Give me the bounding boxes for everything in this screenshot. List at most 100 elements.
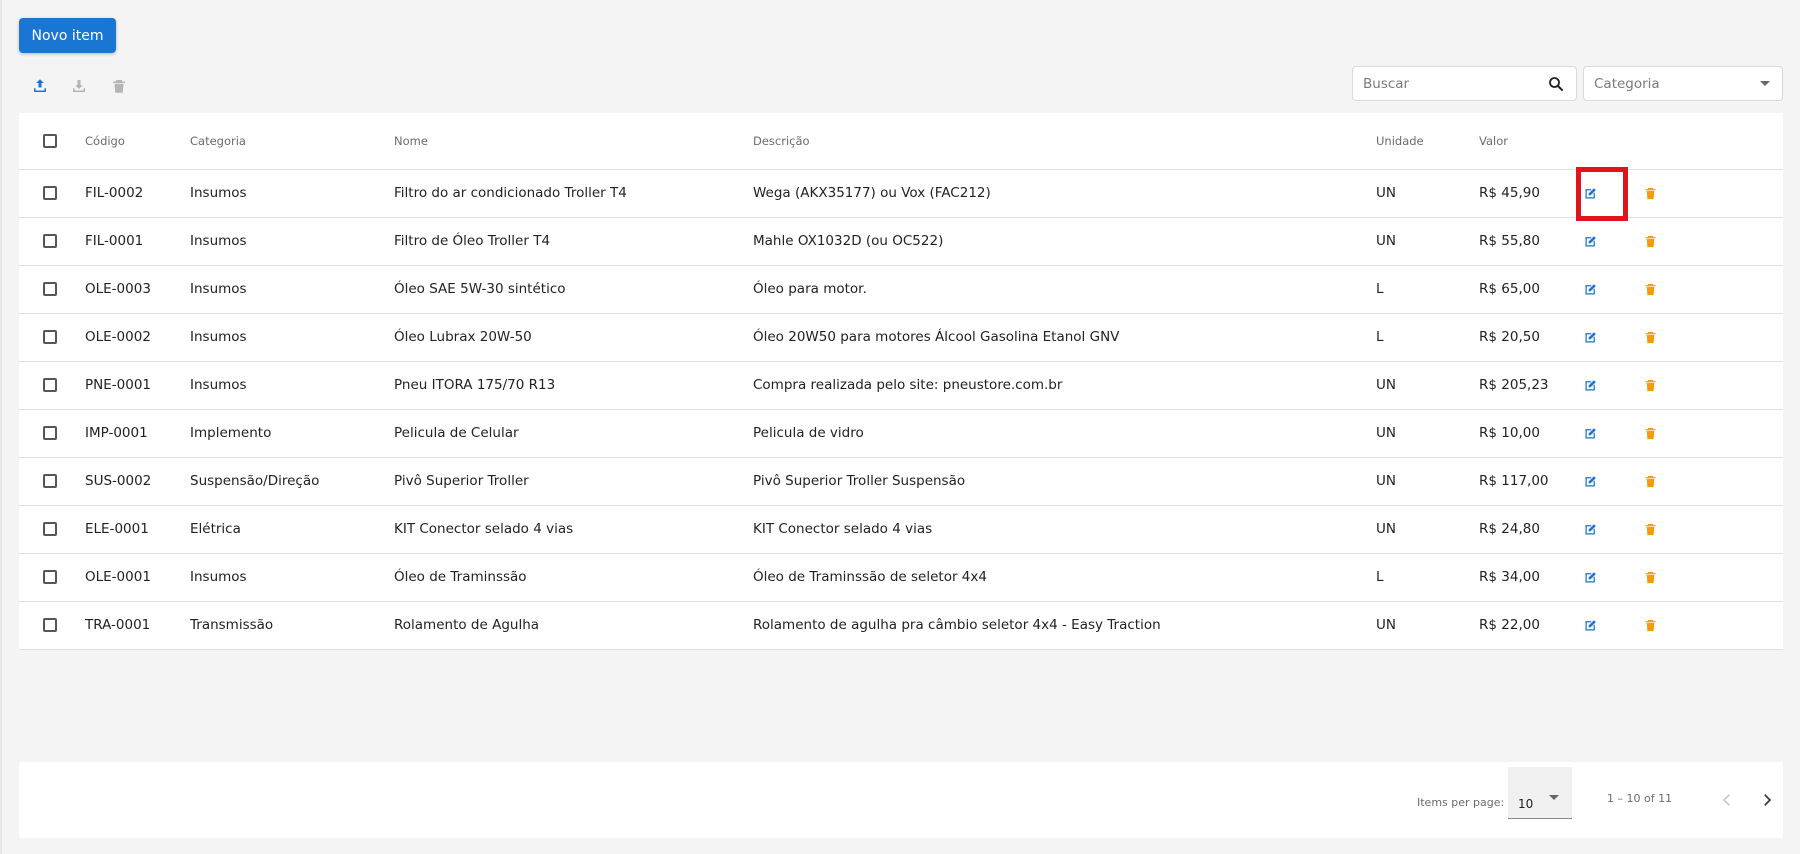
cell-name: Filtro do ar condicionado Troller T4: [394, 185, 627, 201]
cell-unit: L: [1376, 569, 1384, 585]
edit-icon[interactable]: [1578, 325, 1602, 349]
header-category[interactable]: Categoria: [190, 113, 394, 169]
cell-code: OLE-0002: [85, 329, 151, 345]
delete-icon[interactable]: [1638, 613, 1662, 637]
delete-icon[interactable]: [1638, 565, 1662, 589]
edit-icon[interactable]: [1578, 421, 1602, 445]
edit-icon[interactable]: [1578, 565, 1602, 589]
cell-value: R$ 10,00: [1479, 425, 1540, 441]
delete-icon[interactable]: [1638, 421, 1662, 445]
page: Novo item Categoria Código Categoria Nom…: [0, 0, 1800, 854]
delete-icon[interactable]: [1638, 229, 1662, 253]
edit-icon[interactable]: [1578, 181, 1602, 205]
cell-code: IMP-0001: [85, 425, 148, 441]
page-edge: [0, 0, 2, 854]
chevron-down-icon: [1549, 795, 1559, 800]
cell-description: Rolamento de agulha pra câmbio seletor 4…: [753, 617, 1161, 633]
cell-value: R$ 22,00: [1479, 617, 1540, 633]
delete-icon[interactable]: [1638, 181, 1662, 205]
cell-code: OLE-0001: [85, 569, 151, 585]
search-field[interactable]: [1352, 66, 1577, 101]
cell-value: R$ 45,90: [1479, 185, 1540, 201]
page-size-select[interactable]: 10: [1508, 767, 1572, 819]
cell-category: Insumos: [190, 569, 247, 585]
previous-page-button[interactable]: [1713, 786, 1741, 814]
cell-category: Transmissão: [190, 617, 274, 633]
category-select[interactable]: Categoria: [1583, 66, 1783, 101]
cell-code: FIL-0001: [85, 233, 144, 249]
category-placeholder: Categoria: [1594, 75, 1660, 92]
row-checkbox[interactable]: [43, 330, 57, 344]
row-checkbox[interactable]: [43, 474, 57, 488]
header-code[interactable]: Código: [85, 113, 190, 169]
row-checkbox[interactable]: [43, 618, 57, 632]
table-row[interactable]: ELE-0001 Elétrica KIT Conector selado 4 vi…: [19, 505, 1783, 553]
delete-icon[interactable]: [1638, 325, 1662, 349]
cell-value: R$ 117,00: [1479, 473, 1549, 489]
cell-code: SUS-0002: [85, 473, 152, 489]
table-row[interactable]: TRA-0001 Transmissão Rolamento de Agulha Ro…: [19, 601, 1783, 649]
cell-name: Óleo de Traminssão: [394, 569, 527, 585]
table-row[interactable]: OLE-0002 Insumos Óleo Lubrax 20W-50 Óleo 20…: [19, 313, 1783, 361]
new-item-button[interactable]: Novo item: [19, 18, 116, 53]
cell-category: Insumos: [190, 185, 247, 201]
cell-description: KIT Conector selado 4 vias: [753, 521, 933, 537]
row-checkbox[interactable]: [43, 378, 57, 392]
cell-description: Óleo 20W50 para motores Álcool Gasolina …: [753, 329, 1120, 345]
header-unit[interactable]: Unidade: [1376, 113, 1479, 169]
edit-icon[interactable]: [1578, 277, 1602, 301]
row-checkbox[interactable]: [43, 234, 57, 248]
cell-code: ELE-0001: [85, 521, 149, 537]
row-checkbox[interactable]: [43, 522, 57, 536]
row-checkbox[interactable]: [43, 186, 57, 200]
edit-icon[interactable]: [1578, 469, 1602, 493]
search-input[interactable]: [1363, 75, 1546, 92]
next-page-button[interactable]: [1753, 786, 1781, 814]
trash-icon[interactable]: [108, 75, 130, 97]
header-description[interactable]: Descrição: [753, 113, 1376, 169]
delete-icon[interactable]: [1638, 517, 1662, 541]
edit-icon[interactable]: [1578, 517, 1602, 541]
page-size-value: 10: [1518, 797, 1534, 811]
table-row[interactable]: IMP-0001 Implemento Pelicula de Celular Pel…: [19, 409, 1783, 457]
table-row[interactable]: PNE-0001 Insumos Pneu ITORA 175/70 R13 Comp…: [19, 361, 1783, 409]
cell-category: Insumos: [190, 329, 247, 345]
cell-category: Elétrica: [190, 521, 241, 537]
delete-icon[interactable]: [1638, 277, 1662, 301]
table-row[interactable]: OLE-0003 Insumos Óleo SAE 5W-30 sintético Ó…: [19, 265, 1783, 313]
select-all-checkbox[interactable]: [43, 134, 57, 148]
edit-icon[interactable]: [1578, 373, 1602, 397]
cell-value: R$ 24,80: [1479, 521, 1540, 537]
header-value[interactable]: Valor: [1479, 113, 1578, 169]
table-row[interactable]: OLE-0001 Insumos Óleo de Traminssão Óleo de…: [19, 553, 1783, 601]
header-name[interactable]: Nome: [394, 113, 753, 169]
upload-icon[interactable]: [29, 75, 51, 97]
cell-name: Óleo Lubrax 20W-50: [394, 329, 532, 345]
table-row[interactable]: SUS-0002 Suspensão/Direção Pivô Superior T…: [19, 457, 1783, 505]
cell-unit: UN: [1376, 617, 1396, 633]
row-checkbox[interactable]: [43, 570, 57, 584]
cell-description: Compra realizada pelo site: pneustore.co…: [753, 377, 1063, 393]
paginator: Items per page: 10 1 – 10 of 11: [19, 762, 1783, 838]
delete-icon[interactable]: [1638, 469, 1662, 493]
search-icon[interactable]: [1546, 74, 1566, 94]
page-range-label: 1 – 10 of 11: [1607, 792, 1673, 805]
row-checkbox[interactable]: [43, 426, 57, 440]
cell-unit: L: [1376, 329, 1384, 345]
cell-unit: UN: [1376, 425, 1396, 441]
row-checkbox[interactable]: [43, 282, 57, 296]
edit-icon[interactable]: [1578, 229, 1602, 253]
download-icon[interactable]: [68, 75, 90, 97]
cell-code: PNE-0001: [85, 377, 151, 393]
cell-name: Pivô Superior Troller: [394, 473, 529, 489]
cell-description: Óleo para motor.: [753, 281, 867, 297]
cell-name: Pneu ITORA 175/70 R13: [394, 377, 556, 393]
table-row[interactable]: FIL-0001 Insumos Filtro de Óleo Troller T4…: [19, 217, 1783, 265]
cell-unit: L: [1376, 281, 1384, 297]
delete-icon[interactable]: [1638, 373, 1662, 397]
table-row[interactable]: FIL-0002 Insumos Filtro do ar condicionado…: [19, 169, 1783, 217]
edit-icon[interactable]: [1578, 613, 1602, 637]
cell-unit: UN: [1376, 521, 1396, 537]
cell-name: Óleo SAE 5W-30 sintético: [394, 281, 566, 297]
cell-value: R$ 65,00: [1479, 281, 1540, 297]
